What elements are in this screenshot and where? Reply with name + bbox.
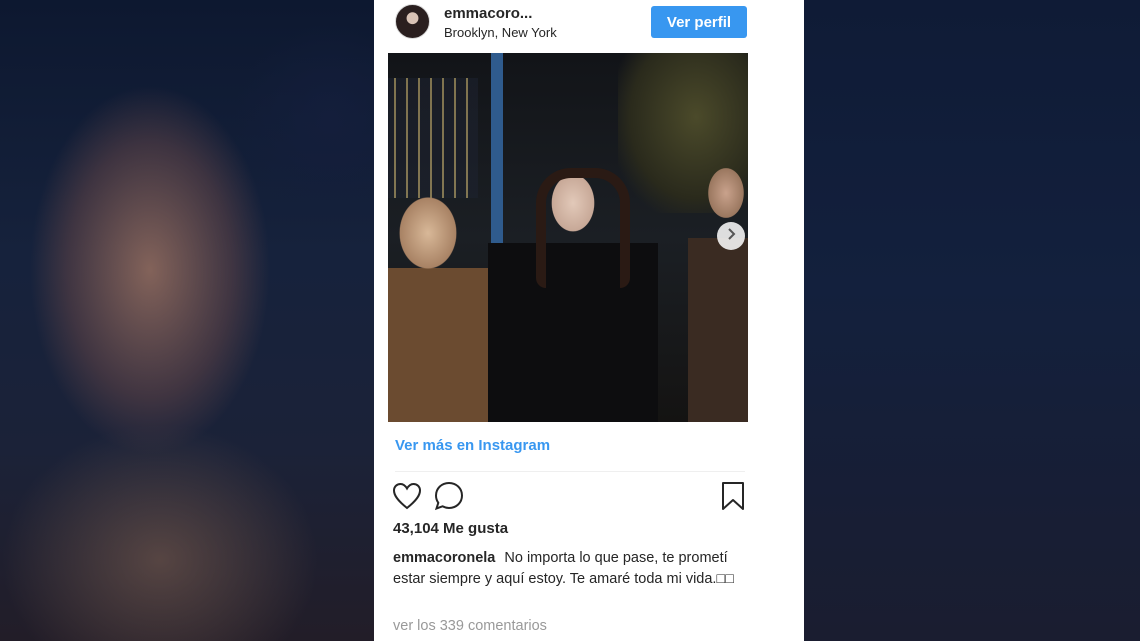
photo-person-left (388, 188, 498, 422)
instagram-embed-card: emmacoro... Brooklyn, New York Ver perfi… (374, 0, 804, 641)
chevron-right-icon (725, 227, 737, 245)
bookmark-icon[interactable] (719, 481, 747, 511)
caption-username[interactable]: emmacoronela (393, 550, 495, 566)
view-more-on-instagram-link[interactable]: Ver más en Instagram (395, 437, 550, 454)
blurred-background-right (804, 0, 1140, 641)
view-profile-button[interactable]: Ver perfil (651, 6, 747, 38)
view-comments-link[interactable]: ver los 339 comentarios (393, 618, 547, 634)
photo-building (388, 78, 478, 198)
blurred-background-left (0, 0, 374, 641)
post-photo[interactable] (388, 53, 748, 422)
post-header: emmacoro... Brooklyn, New York Ver perfi… (374, 0, 804, 44)
divider (395, 471, 745, 472)
avatar[interactable] (395, 4, 430, 39)
post-caption: emmacoronela No importa lo que pase, te … (393, 548, 743, 590)
photo-person-center (488, 168, 658, 422)
heart-icon[interactable] (392, 481, 422, 511)
next-photo-button[interactable] (717, 222, 745, 250)
like-count[interactable]: 43,104 Me gusta (393, 520, 508, 537)
location[interactable]: Brooklyn, New York (444, 25, 557, 40)
comment-icon[interactable] (434, 481, 464, 511)
photo-person-right (688, 148, 748, 422)
username[interactable]: emmacoro... (444, 5, 532, 22)
